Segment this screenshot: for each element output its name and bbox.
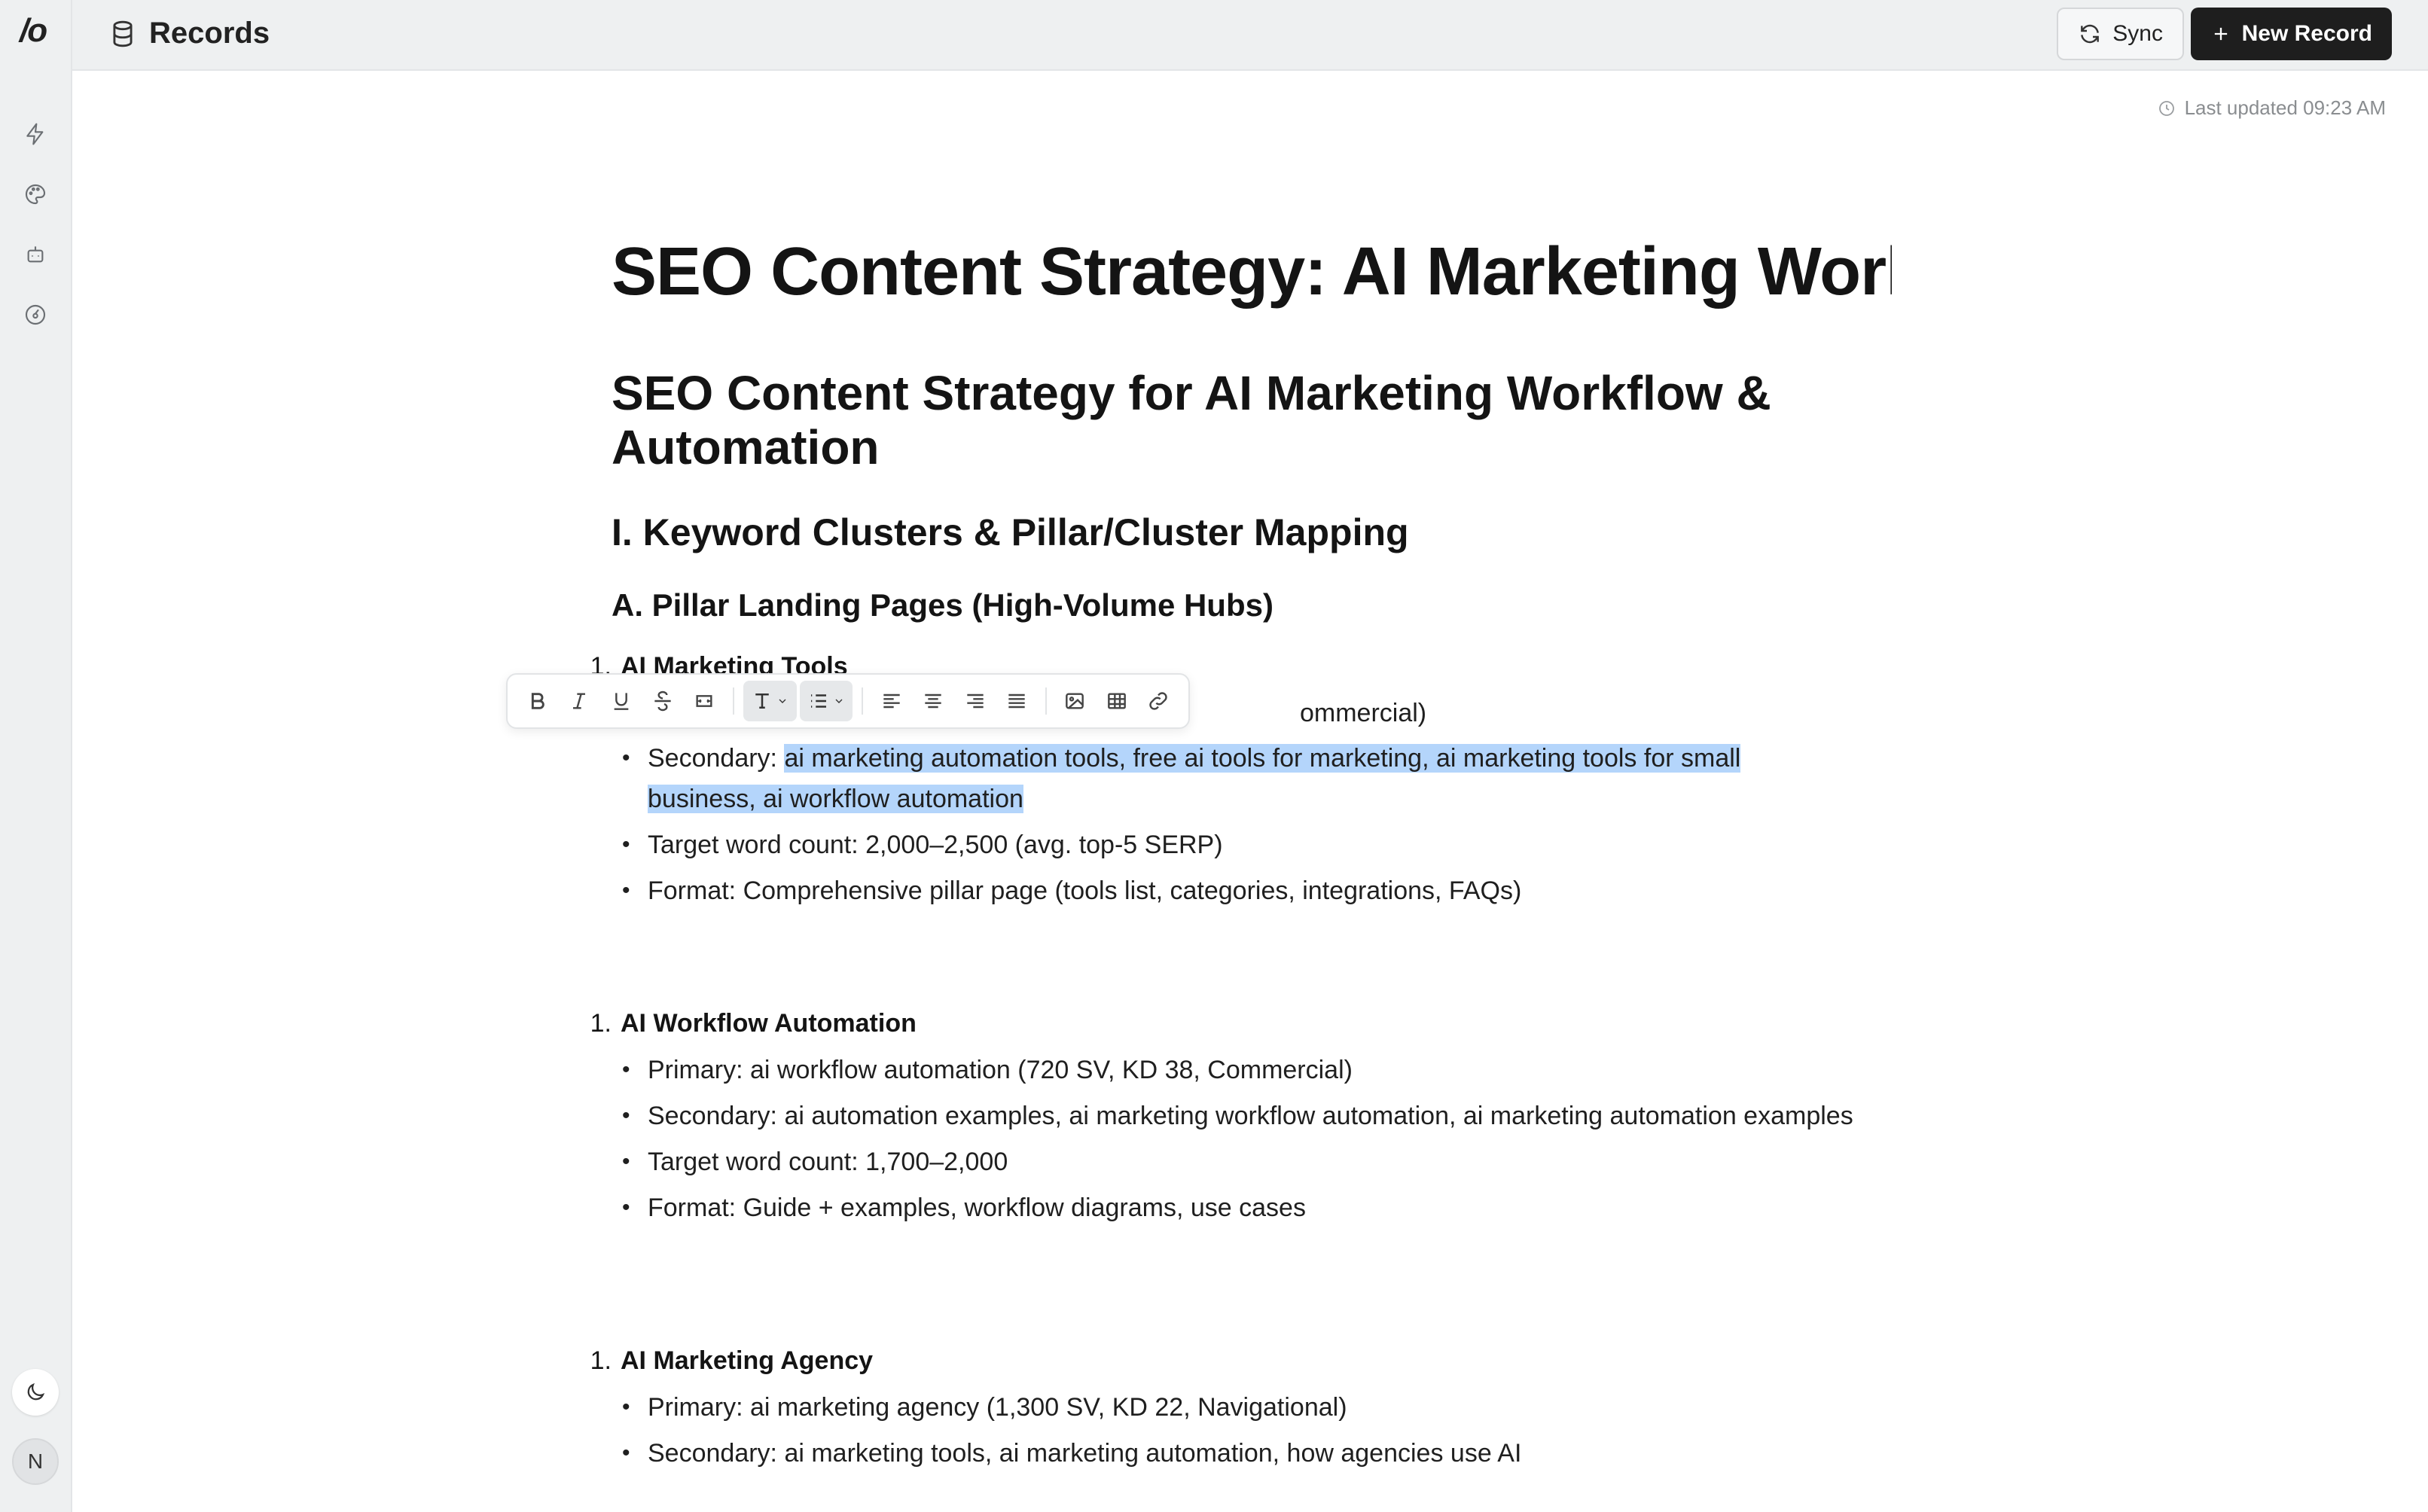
align-left-icon[interactable] xyxy=(872,681,910,721)
code-icon[interactable] xyxy=(685,681,724,721)
primary-keyword-line[interactable]: Primary: ai marketing agency (1,300 SV, … xyxy=(612,1387,1856,1428)
table-icon[interactable] xyxy=(1097,681,1136,721)
top-bar: Records Sync New Record xyxy=(72,0,2428,71)
text-style-dropdown[interactable] xyxy=(743,681,797,721)
gauge-icon[interactable] xyxy=(22,301,49,328)
formatting-toolbar xyxy=(506,673,1190,729)
align-center-icon[interactable] xyxy=(914,681,952,721)
strikethrough-icon[interactable] xyxy=(643,681,682,721)
new-record-label: New Record xyxy=(2241,21,2372,46)
section-title[interactable]: 1. AI Workflow Automation xyxy=(575,997,1856,1050)
secondary-keyword-line[interactable]: Secondary: ai automation examples, ai ma… xyxy=(612,1096,1856,1136)
robot-icon[interactable] xyxy=(22,241,49,268)
toolbar-divider xyxy=(862,687,863,715)
document-title[interactable]: SEO Content Strategy: AI Marketing Workf… xyxy=(612,233,1892,311)
database-icon xyxy=(113,20,133,47)
underline-icon[interactable] xyxy=(602,681,640,721)
italic-icon[interactable] xyxy=(560,681,598,721)
image-icon[interactable] xyxy=(1056,681,1094,721)
last-updated: Last updated 09:23 AM xyxy=(2158,96,2386,120)
format-line[interactable]: Format: Guide + examples, workflow diagr… xyxy=(612,1187,1856,1228)
heading-2[interactable]: I. Keyword Clusters & Pillar/Cluster Map… xyxy=(612,511,1409,554)
page-title-group: Records xyxy=(108,17,270,50)
app-logo[interactable]: /o xyxy=(20,12,47,50)
section-ai-workflow-automation: 1. AI Workflow Automation Primary: ai wo… xyxy=(575,997,1856,1233)
heading-1[interactable]: SEO Content Strategy for AI Marketing Wo… xyxy=(612,366,1816,474)
list-dropdown[interactable] xyxy=(799,681,853,721)
bolt-icon[interactable] xyxy=(22,120,49,148)
palette-icon[interactable] xyxy=(22,181,49,208)
page-title: Records xyxy=(149,17,270,50)
sidebar: /o N xyxy=(0,0,72,1512)
theme-toggle-button[interactable] xyxy=(12,1369,59,1416)
align-justify-icon[interactable] xyxy=(997,681,1036,721)
sync-label: Sync xyxy=(2112,21,2163,46)
toolbar-divider xyxy=(1045,687,1047,715)
avatar[interactable]: N xyxy=(12,1438,59,1485)
secondary-keyword-line[interactable]: Secondary: ai marketing automation tools… xyxy=(612,738,1856,819)
toolbar-divider xyxy=(733,687,735,715)
new-record-button[interactable]: New Record xyxy=(2190,8,2392,60)
text-type-icon xyxy=(755,694,770,709)
text-selection[interactable]: ai marketing automation tools, free ai t… xyxy=(648,744,1741,813)
primary-keyword-line[interactable]: ommercial) xyxy=(1300,693,1426,733)
link-icon[interactable] xyxy=(1139,681,1178,721)
chevron-down-icon xyxy=(835,699,843,703)
primary-keyword-line[interactable]: Primary: ai workflow automation (720 SV,… xyxy=(612,1050,1856,1090)
sync-button[interactable]: Sync xyxy=(2057,8,2184,60)
plus-icon xyxy=(2214,27,2227,41)
chevron-down-icon xyxy=(779,699,786,703)
secondary-keyword-line[interactable]: Secondary: ai marketing tools, ai market… xyxy=(612,1433,1856,1474)
list-icon xyxy=(810,694,826,708)
section-title[interactable]: 1. AI Marketing Agency xyxy=(575,1334,1856,1387)
heading-3[interactable]: A. Pillar Landing Pages (High-Volume Hub… xyxy=(612,587,1273,623)
last-updated-text: Last updated 09:23 AM xyxy=(2184,96,2386,119)
moon-icon xyxy=(27,1382,45,1401)
target-word-count[interactable]: Target word count: 2,000–2,500 (avg. top… xyxy=(612,825,1856,865)
format-line[interactable]: Format: Comprehensive pillar page (tools… xyxy=(612,870,1856,911)
bold-icon[interactable] xyxy=(518,681,557,721)
align-right-icon[interactable] xyxy=(956,681,994,721)
target-word-count[interactable]: Target word count: 1,700–2,000 xyxy=(612,1142,1856,1182)
clock-icon xyxy=(2158,100,2174,116)
section-ai-marketing-agency: 1. AI Marketing Agency Primary: ai marke… xyxy=(575,1334,1856,1479)
refresh-icon xyxy=(2081,24,2100,44)
